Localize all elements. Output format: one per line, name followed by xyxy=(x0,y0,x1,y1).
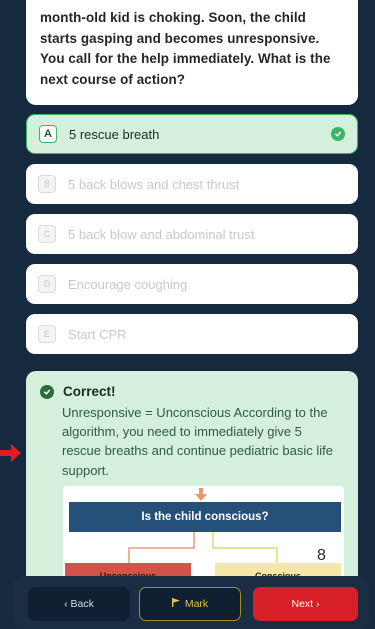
check-circle-icon xyxy=(40,384,54,399)
option-d[interactable]: D Encourage coughing xyxy=(26,264,358,304)
next-button[interactable]: Next › xyxy=(253,587,358,621)
option-label: 5 rescue breath xyxy=(69,126,160,142)
option-label: 5 back blows and chest thrust xyxy=(68,176,240,192)
flag-icon xyxy=(171,598,180,610)
option-letter: C xyxy=(38,225,56,243)
option-label: Encourage coughing xyxy=(68,276,188,292)
feedback-body: Unresponsive = Unconscious According to … xyxy=(62,405,333,478)
question-text: month-old kid is choking. Soon, the chil… xyxy=(40,10,331,87)
option-letter: A xyxy=(39,125,57,143)
option-letter: E xyxy=(38,325,56,343)
option-label: Start CPR xyxy=(68,326,127,342)
next-label: Next › xyxy=(291,598,320,610)
feedback-card: Correct! Unresponsive = Unconscious Acco… xyxy=(26,371,358,601)
bottom-nav-bar: ‹ Back Mark Next › xyxy=(13,576,369,629)
arrow-right-icon xyxy=(0,443,22,468)
flowchart-connector xyxy=(128,532,278,563)
option-c[interactable]: C 5 back blow and abdominal trust xyxy=(26,214,358,254)
option-e[interactable]: E Start CPR xyxy=(26,314,358,354)
feedback-title: Correct! xyxy=(63,384,116,399)
mark-button[interactable]: Mark xyxy=(139,587,241,621)
option-letter: B xyxy=(38,175,56,193)
back-button[interactable]: ‹ Back xyxy=(28,587,130,621)
back-label: ‹ Back xyxy=(64,598,94,610)
option-a[interactable]: A 5 rescue breath xyxy=(26,114,358,154)
option-b[interactable]: B 5 back blows and chest thrust xyxy=(26,164,358,204)
question-card: month-old kid is choking. Soon, the chil… xyxy=(26,0,358,105)
option-letter: D xyxy=(38,275,56,293)
mark-label: Mark xyxy=(184,598,209,610)
check-circle-icon xyxy=(331,127,345,141)
option-label: 5 back blow and abdominal trust xyxy=(68,226,255,242)
